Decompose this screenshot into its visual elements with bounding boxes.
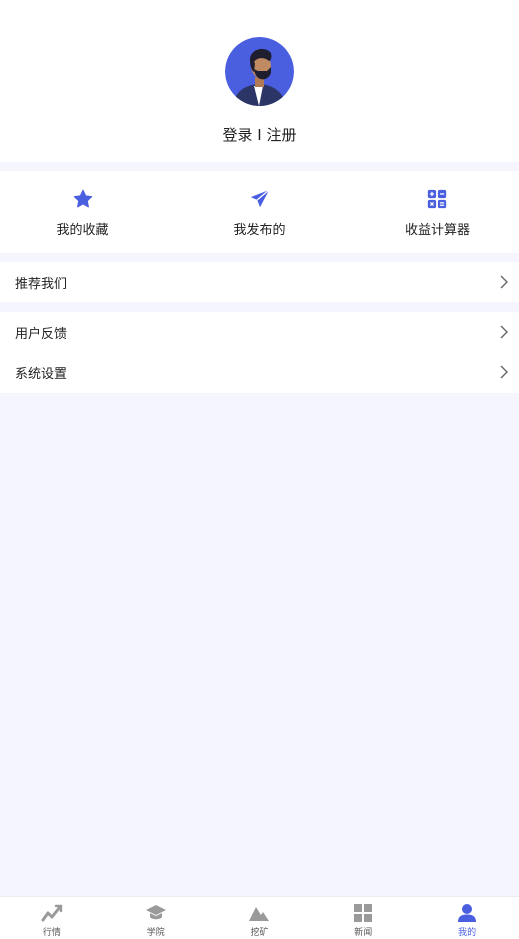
calculator-button[interactable]: 收益计算器 — [346, 171, 519, 253]
tab-label: 行情 — [42, 928, 61, 938]
menu-item-recommend[interactable]: 推荐我们 — [0, 262, 519, 302]
menu-item-settings[interactable]: 系统设置 — [0, 352, 519, 393]
chevron-right-icon — [500, 275, 508, 289]
chevron-right-icon — [500, 325, 508, 339]
mountain-icon — [249, 907, 270, 921]
user-icon — [458, 904, 477, 922]
star-icon — [73, 189, 93, 208]
tab-mine[interactable]: 我的 — [415, 897, 519, 939]
menu-item-feedback[interactable]: 用户反馈 — [0, 312, 519, 352]
menu-group-settings: 用户反馈 系统设置 — [0, 312, 519, 393]
bottom-tab-bar: 行情 学院 挖矿 新闻 我的 — [0, 896, 519, 939]
avatar-icon[interactable] — [225, 37, 294, 106]
paper-plane-icon — [250, 189, 270, 208]
menu-item-label: 推荐我们 — [15, 276, 68, 292]
my-posts-label: 我发布的 — [233, 223, 286, 238]
tab-academy[interactable]: 学院 — [104, 897, 208, 939]
login-register-link[interactable]: 登录 I 注册 — [0, 124, 519, 145]
menu-group-recommend: 推荐我们 — [0, 262, 519, 302]
favorites-button[interactable]: 我的收藏 — [0, 171, 173, 253]
tab-mining[interactable]: 挖矿 — [208, 897, 312, 939]
profile-page: 登录 I 注册 我的收藏 我发布的 收益计算器 推荐我们 用户反馈 系统设置 行… — [0, 0, 519, 939]
quick-actions: 我的收藏 我发布的 收益计算器 — [0, 171, 519, 253]
calculator-label: 收益计算器 — [404, 223, 470, 238]
profile-header: 登录 I 注册 — [0, 0, 519, 162]
menu-item-label: 系统设置 — [15, 367, 68, 382]
tab-label: 挖矿 — [250, 928, 269, 938]
grid-icon — [354, 904, 373, 922]
chevron-right-icon — [500, 365, 508, 379]
tab-label: 我的 — [458, 928, 477, 938]
tab-label: 学院 — [146, 928, 165, 938]
trend-icon — [41, 904, 63, 922]
calculator-icon — [427, 189, 447, 209]
tab-market[interactable]: 行情 — [0, 897, 104, 939]
my-posts-button[interactable]: 我发布的 — [173, 171, 346, 253]
favorites-label: 我的收藏 — [56, 223, 109, 238]
tab-news[interactable]: 新闻 — [311, 897, 415, 939]
tab-label: 新闻 — [354, 928, 373, 938]
graduation-cap-icon — [145, 905, 166, 920]
menu-item-label: 用户反馈 — [15, 326, 68, 342]
